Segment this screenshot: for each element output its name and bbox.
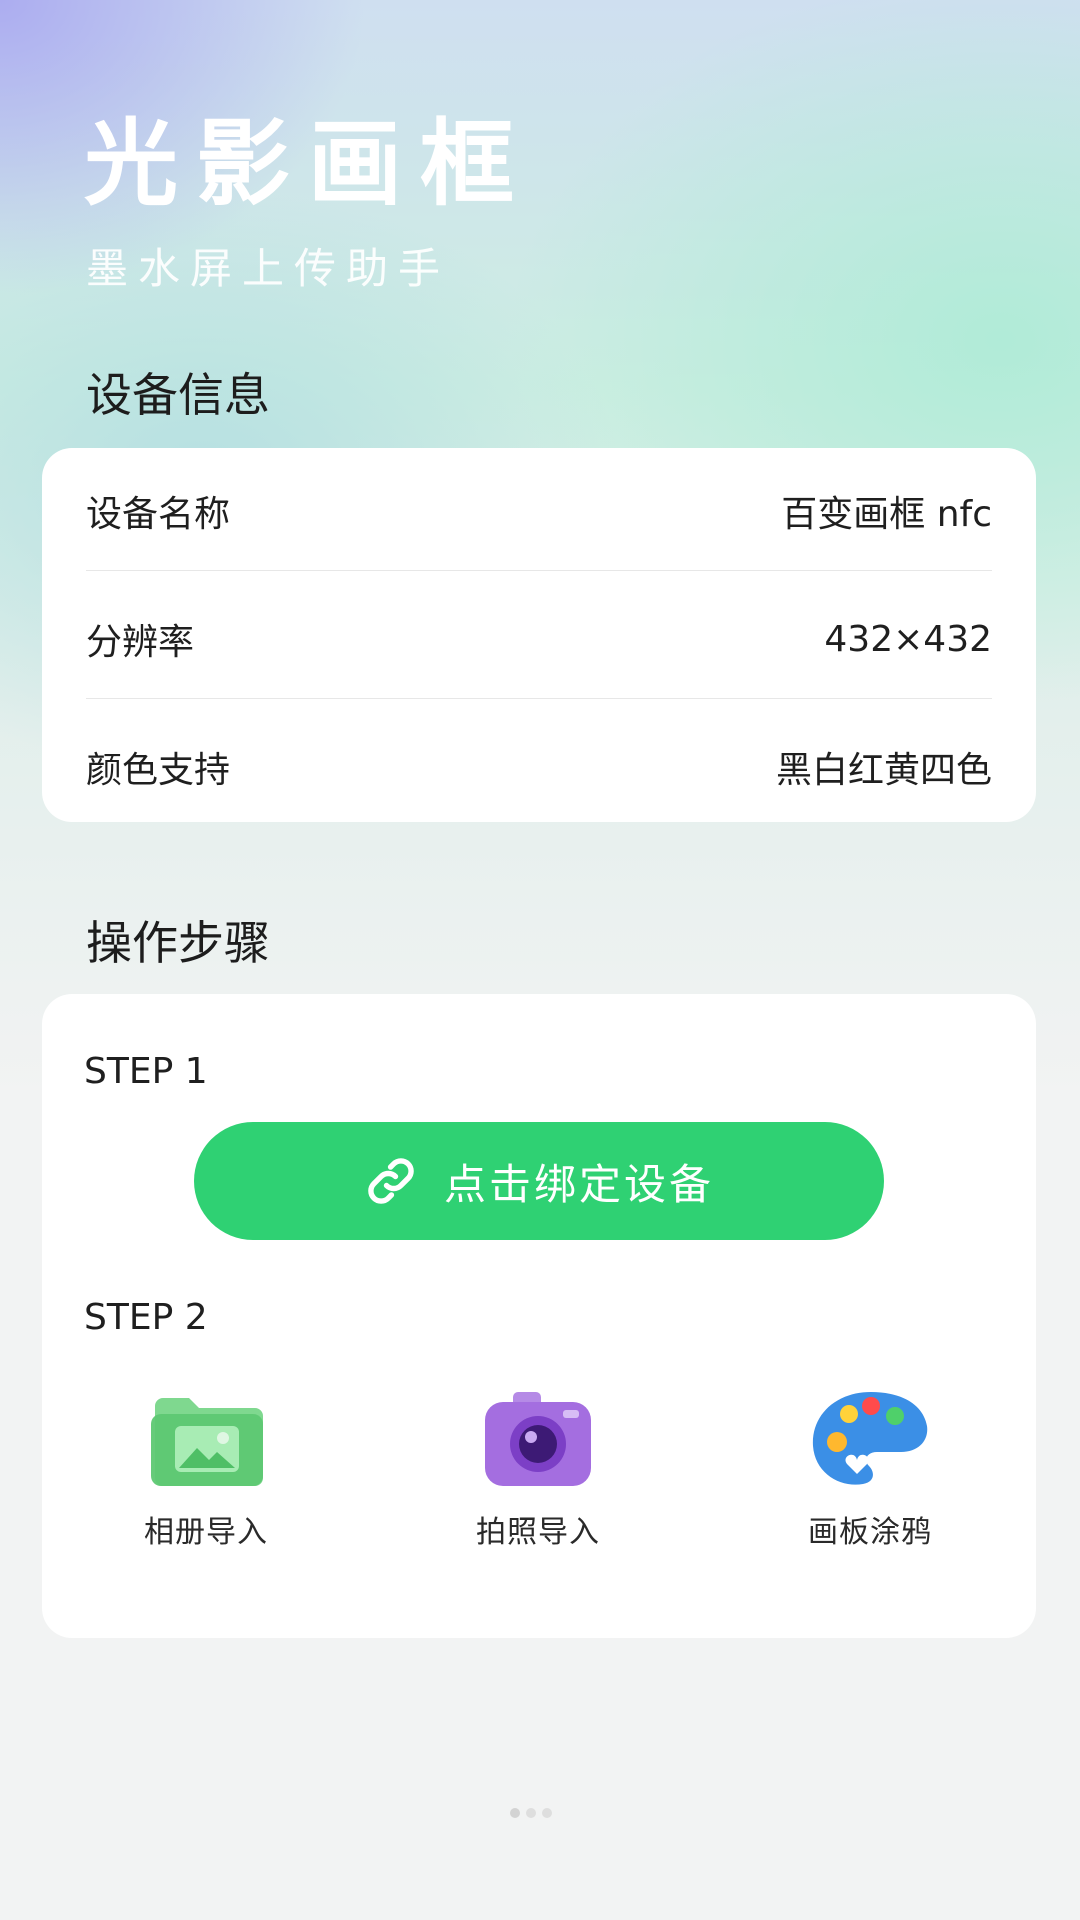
step1-label: STEP 1 — [84, 1051, 208, 1092]
resolution-row: 分辨率 432×432 — [86, 576, 992, 702]
app-subtitle: 墨水屏上传助手 — [86, 244, 451, 293]
color-support-label: 颜色支持 — [86, 750, 231, 791]
resolution-label: 分辨率 — [86, 622, 195, 663]
page-indicator — [510, 1808, 552, 1818]
color-support-value: 黑白红黄四色 — [775, 750, 992, 791]
album-import-button[interactable]: 相册导入 — [106, 1384, 306, 1548]
row-divider — [86, 570, 992, 571]
bind-device-label: 点击绑定设备 — [443, 1159, 714, 1209]
page-dot-active — [510, 1808, 520, 1818]
paint-palette-icon — [812, 1392, 928, 1485]
camera-import-button[interactable]: 拍照导入 — [438, 1384, 638, 1548]
device-name-label: 设备名称 — [86, 494, 231, 535]
step2-label: STEP 2 — [84, 1297, 208, 1338]
steps-card: STEP 1 点击绑定设备 STEP 2 相册导入 拍照导入 画板涂鸦 — [42, 994, 1036, 1638]
device-info-heading: 设备信息 — [86, 368, 270, 422]
resolution-value: 432×432 — [824, 618, 992, 660]
row-divider — [86, 698, 992, 699]
camera-icon — [485, 1392, 591, 1486]
photo-album-icon — [151, 1398, 263, 1486]
doodle-board-button[interactable]: 画板涂鸦 — [770, 1384, 970, 1548]
device-info-card: 设备名称 百变画框 nfc 分辨率 432×432 颜色支持 黑白红黄四色 — [42, 448, 1036, 822]
camera-import-label: 拍照导入 — [476, 1515, 600, 1550]
page-dot — [526, 1808, 536, 1818]
link-icon — [368, 1158, 414, 1204]
doodle-board-label: 画板涂鸦 — [808, 1515, 932, 1550]
app-title: 光影画框 — [84, 110, 533, 219]
bind-device-button[interactable]: 点击绑定设备 — [194, 1122, 884, 1240]
device-name-value: 百变画框 nfc — [781, 494, 992, 535]
steps-heading: 操作步骤 — [86, 916, 270, 970]
color-support-row: 颜色支持 黑白红黄四色 — [86, 704, 992, 830]
import-actions: 相册导入 拍照导入 画板涂鸦 — [42, 1384, 1036, 1574]
album-import-label: 相册导入 — [144, 1515, 268, 1550]
device-name-row: 设备名称 百变画框 nfc — [86, 448, 992, 574]
page-dot — [542, 1808, 552, 1818]
